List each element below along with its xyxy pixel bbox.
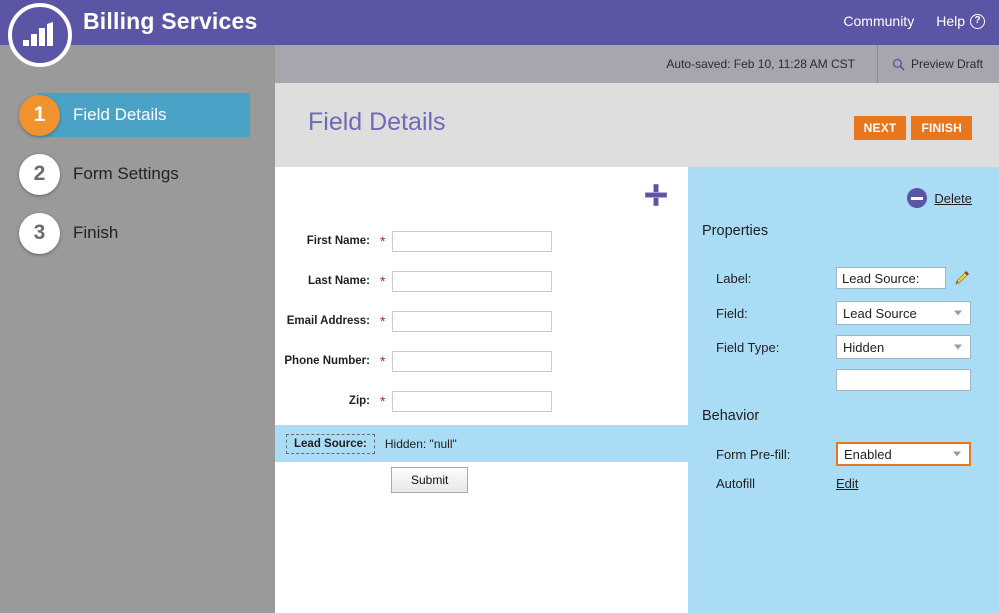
autosave-bar: Auto-saved: Feb 10, 11:28 AM CST Preview… (275, 45, 999, 83)
field-label: First Name: (306, 235, 370, 247)
properties-heading: Properties (702, 223, 769, 239)
submit-button[interactable]: Submit (391, 467, 469, 493)
property-row-autofill: Autofill Edit (716, 476, 858, 491)
properties-panel: Delete Properties Label: Lead Source: Fi… (688, 167, 999, 613)
required-asterisk: * (380, 313, 386, 329)
first-name-input[interactable] (392, 230, 552, 252)
field-type-select[interactable]: Hidden (836, 335, 971, 359)
app-title: Billing Services (83, 8, 258, 34)
step-highlight-bar (38, 211, 250, 255)
property-row-form-prefill: Form Pre-fill: Enabled (716, 442, 971, 466)
field-select-value: Lead Source (843, 305, 917, 321)
required-asterisk: * (380, 353, 386, 369)
autofill-edit-link[interactable]: Edit (836, 476, 858, 491)
step-number-3: 3 (19, 212, 60, 254)
sidebar-item-form-settings[interactable]: 2 Form Settings (0, 152, 245, 196)
zip-input[interactable] (392, 390, 552, 412)
property-label-text: Form Pre-fill: (716, 446, 791, 462)
wizard-sidebar: 1 Field Details 2 Form Settings 3 Finish (0, 45, 275, 613)
form-row-phone-number: Phone Number: * (275, 341, 688, 381)
delete-link-label[interactable]: Delete (934, 191, 972, 206)
email-address-input[interactable] (392, 310, 552, 332)
property-row-field-type: Field Type: Hidden (716, 335, 971, 359)
brand-logo[interactable] (8, 3, 72, 67)
delete-field-action[interactable]: Delete (907, 188, 972, 208)
required-asterisk: * (380, 273, 386, 289)
page-actions: NEXT FINISH (853, 116, 972, 140)
step-label-form-settings: Form Settings (73, 164, 179, 183)
page-title-band: Field Details NEXT FINISH (275, 83, 999, 167)
behavior-heading: Behavior (702, 408, 760, 424)
submit-row: Submit (275, 467, 688, 493)
property-row-field: Field: Lead Source (716, 301, 971, 325)
lead-source-label-tag: Lead Source: (286, 433, 375, 454)
property-row-default-value (716, 369, 971, 391)
form-field-list: First Name: * Last Name: * Email Address… (275, 221, 688, 421)
add-field-plus-icon[interactable] (645, 184, 667, 206)
form-canvas: First Name: * Last Name: * Email Address… (275, 167, 688, 613)
magnifier-icon (892, 58, 905, 71)
property-label-text: Autofill (716, 476, 756, 491)
autosave-status: Auto-saved: Feb 10, 11:28 AM CST (666, 57, 855, 71)
top-header-bar: Billing Services Community Help ? (0, 0, 999, 45)
minus-circle-icon (907, 188, 928, 208)
default-value-input[interactable] (836, 369, 971, 391)
field-label: Phone Number: (284, 355, 370, 367)
nav-help[interactable]: Help ? (936, 13, 985, 29)
finish-button[interactable]: FINISH (911, 116, 972, 140)
property-label-text: Label: (716, 270, 752, 286)
form-prefill-select-value: Enabled (844, 446, 892, 462)
form-row-email-address: Email Address: * (275, 301, 688, 341)
nav-community-link[interactable]: Community (843, 13, 914, 29)
field-label: Zip: (348, 395, 370, 407)
sidebar-item-finish[interactable]: 3 Finish (0, 211, 245, 255)
field-label: Last Name: (308, 275, 370, 287)
step-label-field-details: Field Details (73, 105, 167, 124)
required-asterisk: * (380, 393, 386, 409)
chevron-down-icon (954, 310, 962, 316)
app-root: Billing Services Community Help ? 1 Fiel… (0, 0, 999, 613)
step-label-finish: Finish (73, 223, 119, 242)
next-button[interactable]: NEXT (853, 116, 907, 140)
field-select[interactable]: Lead Source (836, 301, 971, 325)
form-prefill-select[interactable]: Enabled (836, 442, 971, 466)
chevron-down-icon (953, 451, 961, 457)
step-number-1: 1 (19, 94, 60, 136)
property-row-label: Label: Lead Source: (716, 267, 970, 289)
preview-draft-label: Preview Draft (910, 57, 983, 71)
last-name-input[interactable] (392, 270, 552, 292)
field-type-select-value: Hidden (843, 339, 885, 355)
property-label-text: Field Type: (716, 339, 780, 355)
form-row-first-name: First Name: * (275, 221, 688, 261)
form-row-zip: Zip: * (275, 381, 688, 421)
form-row-lead-source-selected[interactable]: Lead Source: Hidden: "null" (275, 425, 688, 462)
form-row-last-name: Last Name: * (275, 261, 688, 301)
question-mark-icon: ? (970, 13, 985, 29)
field-label: Email Address: (286, 315, 370, 327)
chevron-down-icon (954, 344, 962, 350)
lead-source-hidden-value: Hidden: "null" (384, 436, 457, 451)
preview-draft-button[interactable]: Preview Draft (878, 45, 999, 83)
required-asterisk: * (380, 233, 386, 249)
nav-help-link[interactable]: Help (936, 13, 965, 29)
page-title: Field Details (308, 108, 446, 136)
pencil-icon[interactable] (954, 270, 970, 286)
phone-number-input[interactable] (392, 350, 552, 372)
step-number-2: 2 (19, 153, 60, 195)
bar-chart-circle-logo-icon (23, 22, 53, 46)
top-nav: Community Help ? (843, 13, 985, 29)
property-label-text: Field: (716, 305, 748, 321)
label-input[interactable]: Lead Source: (836, 267, 946, 289)
sidebar-item-field-details[interactable]: 1 Field Details (0, 93, 250, 137)
